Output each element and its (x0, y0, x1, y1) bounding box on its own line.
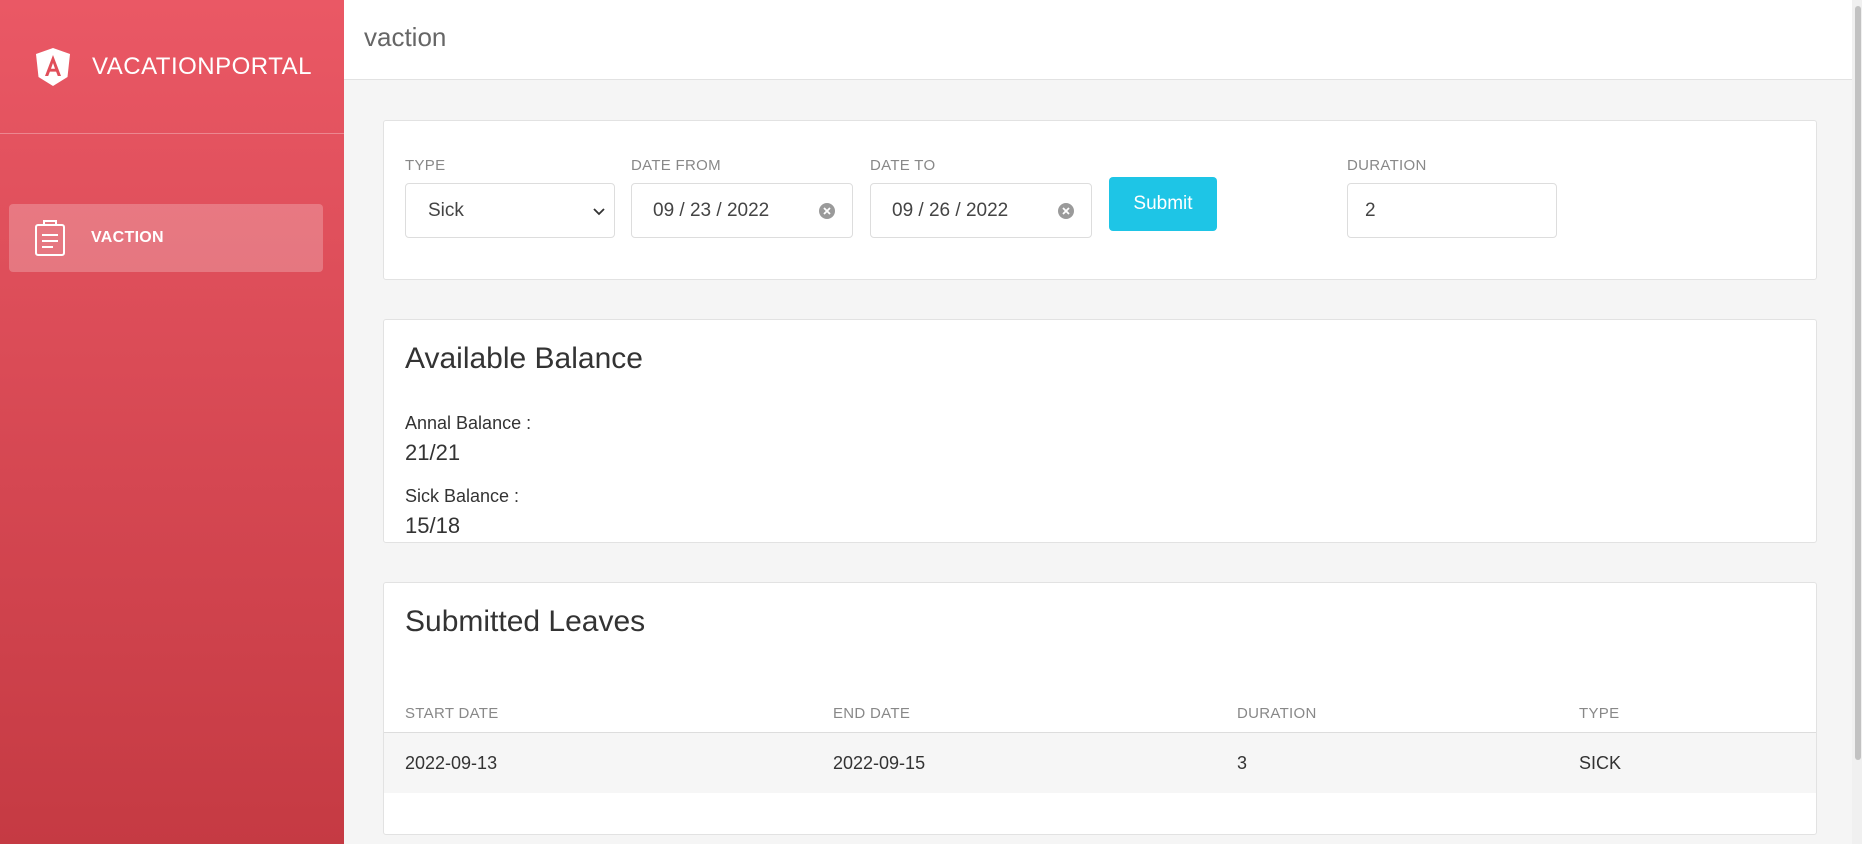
duration-input[interactable]: 2 (1347, 183, 1557, 238)
sidebar-item-vaction[interactable]: VACTION (9, 204, 323, 272)
chevron-down-icon (593, 207, 605, 215)
date-from-value: 09 / 23 / 2022 (653, 199, 770, 221)
column-header-start-date: START DATE (405, 705, 499, 722)
date-to-input[interactable]: 09 / 26 / 2022 (870, 183, 1092, 238)
vacation-request-form: TYPE Sick DATE FROM 09 / 23 / 2022 DATE … (383, 120, 1817, 280)
sidebar: VACATIONPORTAL VACTION (0, 0, 344, 844)
duration-value: 2 (1365, 199, 1376, 221)
type-select[interactable]: Sick (405, 183, 615, 238)
balance-heading: Available Balance (405, 342, 643, 375)
annual-balance-label: Annal Balance : (405, 413, 532, 433)
brand-name: VACATIONPORTAL (92, 52, 312, 80)
column-header-duration: DURATION (1237, 705, 1317, 722)
sick-balance-value: 15/18 (405, 513, 461, 538)
cell-end-date: 2022-09-15 (833, 753, 926, 773)
leaves-heading: Submitted Leaves (405, 605, 646, 638)
page-title: vaction (364, 22, 447, 52)
duration-label: DURATION (1347, 157, 1427, 174)
column-header-type: TYPE (1579, 705, 1620, 722)
type-label: TYPE (405, 157, 446, 174)
clipboard-icon (35, 220, 65, 256)
submitted-leaves-card: Submitted Leaves START DATE END DATE DUR… (383, 582, 1817, 835)
sidebar-item-label: VACTION (91, 229, 164, 246)
column-header-end-date: END DATE (833, 705, 911, 722)
cell-duration: 3 (1237, 753, 1248, 773)
table-row: 2022-09-13 2022-09-15 3 SICK (384, 733, 1816, 793)
clear-date-from-icon[interactable] (818, 202, 836, 220)
date-to-value: 09 / 26 / 2022 (892, 199, 1009, 221)
angular-logo-icon (36, 47, 70, 86)
cell-start-date: 2022-09-13 (405, 753, 498, 773)
date-from-label: DATE FROM (631, 157, 721, 174)
scrollbar-thumb[interactable] (1855, 6, 1861, 760)
clear-date-to-icon[interactable] (1057, 202, 1075, 220)
date-from-input[interactable]: 09 / 23 / 2022 (631, 183, 853, 238)
brand[interactable]: VACATIONPORTAL (0, 0, 344, 134)
cell-type: SICK (1579, 753, 1622, 773)
top-bar: vaction (344, 0, 1862, 80)
sick-balance-label: Sick Balance : (405, 486, 520, 506)
type-select-value: Sick (428, 199, 464, 221)
annual-balance-value: 21/21 (405, 440, 461, 465)
date-to-label: DATE TO (870, 157, 936, 174)
available-balance-card: Available Balance Annal Balance : 21/21 … (383, 319, 1817, 543)
submit-button[interactable]: Submit (1109, 177, 1217, 231)
